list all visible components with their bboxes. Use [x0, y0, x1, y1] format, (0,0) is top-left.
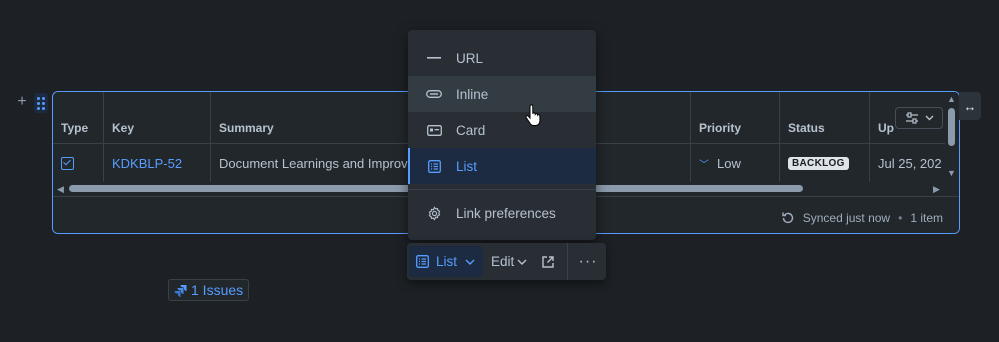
edit-dropdown[interactable]: Edit — [491, 246, 531, 277]
task-type-icon — [61, 156, 74, 170]
list-icon — [426, 159, 442, 173]
issue-key-link[interactable]: KDKBLP-52 — [112, 156, 182, 171]
refresh-icon[interactable] — [781, 211, 795, 225]
menu-item-url[interactable]: URL — [408, 40, 596, 76]
key-cell: KDKBLP-52 — [104, 144, 211, 182]
link-toolbar: List Edit ··· — [407, 243, 606, 280]
inline-icon — [426, 87, 442, 101]
column-settings-button[interactable] — [895, 107, 943, 129]
updated-cell: Jul 25, 202 — [870, 144, 950, 182]
edit-label: Edit — [491, 254, 515, 269]
header-status[interactable]: Status — [780, 92, 870, 143]
updated-date: Jul 25, 202 — [878, 155, 942, 171]
menu-item-label: URL — [456, 50, 484, 66]
scroll-left-icon[interactable]: ◀ — [57, 184, 64, 195]
view-type-dropdown[interactable]: List — [409, 246, 483, 277]
menu-item-inline[interactable]: Inline — [408, 76, 596, 112]
item-count: 1 item — [910, 211, 943, 225]
sliders-icon — [905, 112, 918, 124]
header-priority[interactable]: Priority — [691, 92, 780, 143]
menu-item-label: Inline — [456, 86, 489, 102]
header-type[interactable]: Type — [53, 92, 104, 143]
priority-cell: ﹀ Low — [691, 144, 780, 182]
header-key[interactable]: Key — [104, 92, 211, 143]
menu-item-card[interactable]: Card — [408, 112, 596, 148]
more-options-icon[interactable]: ··· — [575, 246, 601, 277]
issue-summary[interactable]: Document Learnings and Improv — [219, 156, 408, 171]
menu-divider — [408, 189, 596, 190]
toolbar-divider — [567, 243, 568, 280]
menu-item-label: Card — [456, 122, 486, 138]
drag-handle-icon[interactable] — [34, 93, 48, 113]
external-link-icon — [542, 255, 554, 268]
footer-separator: • — [898, 211, 903, 225]
priority-label: Low — [717, 155, 741, 171]
status-cell: BACKLOG — [780, 144, 870, 182]
menu-item-link-preferences[interactable]: Link preferences — [408, 195, 596, 231]
status-badge: BACKLOG — [788, 156, 849, 170]
list-icon — [416, 255, 429, 268]
menu-item-list[interactable]: List — [408, 148, 596, 184]
vertical-scroll-thumb[interactable] — [948, 108, 955, 146]
issues-count-label: 1 Issues — [191, 282, 244, 298]
open-link-button[interactable] — [537, 246, 559, 277]
jira-icon — [174, 284, 187, 297]
scroll-down-icon[interactable]: ▼ — [947, 168, 956, 178]
view-type-label: List — [436, 254, 458, 269]
view-type-menu: URL Inline Card List Link preferences — [408, 30, 596, 240]
sync-text: Synced just now — [802, 211, 891, 225]
vertical-scrollbar[interactable]: ▲ ▼ — [945, 92, 959, 182]
hand-cursor-icon — [525, 104, 541, 126]
url-dash-icon — [426, 51, 442, 65]
menu-item-label: List — [456, 158, 478, 174]
gear-icon — [426, 205, 442, 221]
add-block-button[interactable]: + — [14, 93, 30, 111]
priority-low-icon: ﹀ — [699, 159, 709, 171]
scroll-up-icon[interactable]: ▲ — [947, 94, 956, 104]
scroll-right-icon[interactable]: ▶ — [933, 184, 940, 195]
chevron-down-icon — [465, 259, 475, 265]
type-cell — [53, 144, 104, 182]
menu-item-label: Link preferences — [456, 205, 556, 221]
chevron-down-icon — [925, 115, 933, 121]
issues-inline-chip[interactable]: 1 Issues — [168, 279, 250, 301]
card-icon — [426, 123, 442, 137]
sync-status: Synced just now • 1 item — [781, 211, 943, 225]
chevron-down-icon — [517, 259, 527, 265]
expand-width-icon[interactable]: ↔ — [959, 92, 981, 120]
